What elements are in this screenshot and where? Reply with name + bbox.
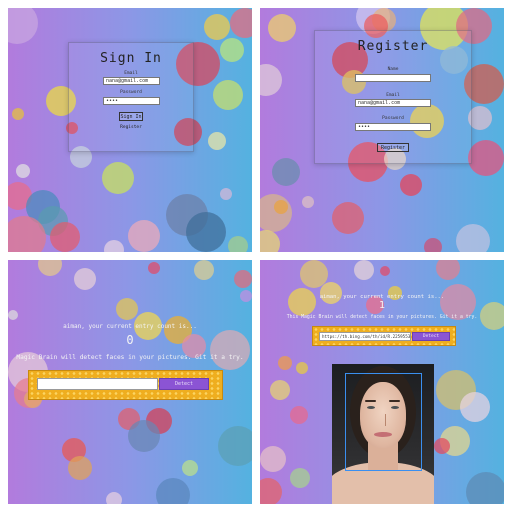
name-label: Name [387, 67, 399, 72]
app-description: Magic Brain will detect faces in your pi… [16, 354, 244, 361]
face-photo [332, 364, 434, 504]
image-url-input[interactable]: https://th.bing.com/th/id/R.2259553c [319, 332, 411, 341]
app-description: This Magic Brain will detect faces in yo… [286, 315, 478, 320]
detect-button[interactable]: Detect [412, 332, 450, 341]
register-form: Register Name Email nana@gmail.com Passw… [314, 30, 472, 164]
greeting-text: aiman, your current entry count is... [63, 323, 197, 330]
url-form: Detect [28, 370, 223, 400]
signin-screen: Sign In Email nana@gmail.com Password ••… [8, 8, 252, 252]
register-button[interactable]: Register [377, 143, 409, 152]
password-label: Password [120, 90, 142, 95]
email-label: Email [124, 71, 138, 76]
face-bounding-box [345, 373, 422, 471]
email-field[interactable]: nana@gmail.com [355, 99, 431, 107]
password-field[interactable]: •••• [355, 123, 431, 131]
register-screen: Register Name Email nana@gmail.com Passw… [260, 8, 504, 252]
home-screen-result: aiman, your current entry count is... 1 … [260, 260, 504, 504]
password-label: Password [382, 116, 404, 121]
email-label: Email [386, 93, 400, 98]
entry-count: 0 [126, 333, 134, 347]
register-link[interactable]: Register [69, 125, 193, 130]
image-url-input[interactable] [37, 378, 158, 390]
register-title: Register [357, 39, 429, 54]
detect-button[interactable]: Detect [159, 378, 209, 390]
password-field[interactable]: •••• [103, 97, 160, 105]
signin-form: Sign In Email nana@gmail.com Password ••… [68, 42, 194, 152]
email-field[interactable]: nana@gmail.com [103, 77, 160, 85]
home-screen-empty: aiman, your current entry count is... 0 … [8, 260, 252, 504]
name-field[interactable] [355, 74, 431, 82]
url-form: https://th.bing.com/th/id/R.2259553c Det… [312, 326, 456, 346]
signin-title: Sign In [100, 51, 162, 66]
sign-in-button[interactable]: Sign In [119, 112, 143, 121]
entry-count: 1 [378, 300, 386, 311]
